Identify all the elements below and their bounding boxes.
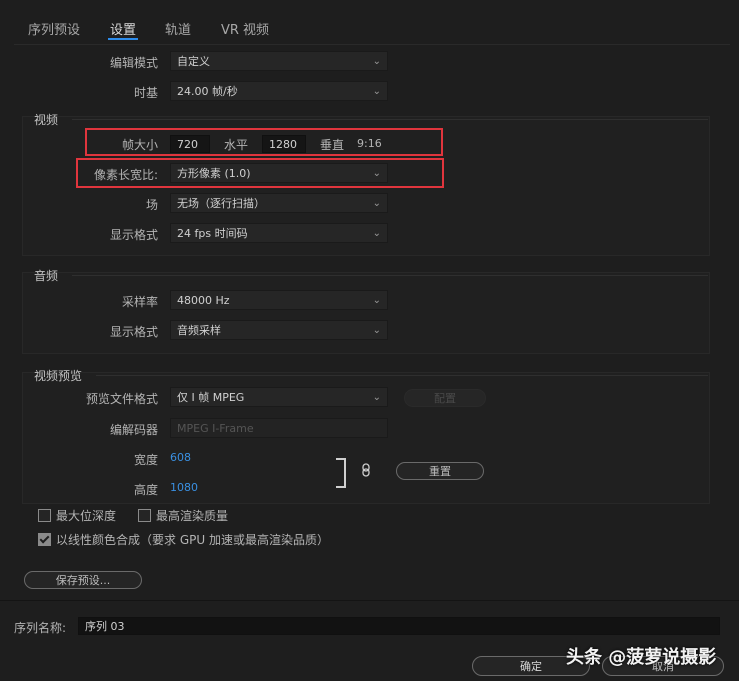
timebase-label: 时基 [133, 86, 158, 100]
preview-height-label: 高度 [133, 483, 158, 497]
editing-mode-select[interactable]: 自定义 ⌄ [170, 51, 388, 71]
field-select[interactable]: 无场（逐行扫描） ⌄ [170, 193, 388, 213]
video-display-format-value: 24 fps 时间码 [177, 227, 248, 240]
frame-size-highlight [85, 128, 443, 156]
active-tab-indicator [108, 38, 138, 40]
audio-display-format-select[interactable]: 音频采样 ⌄ [170, 320, 388, 340]
field-value: 无场（逐行扫描） [177, 197, 265, 210]
tab-vr-video[interactable]: VR 视频 [221, 19, 269, 38]
video-preview-section-line [96, 375, 708, 376]
tab-divider [14, 44, 730, 45]
chevron-down-icon: ⌄ [372, 86, 381, 97]
sequence-name-input[interactable]: 序列 03 [78, 617, 720, 635]
sample-rate-select[interactable]: 48000 Hz ⌄ [170, 290, 388, 310]
tab-tracks[interactable]: 轨道 [165, 19, 191, 38]
timebase-select[interactable]: 24.00 帧/秒 ⌄ [170, 81, 388, 101]
chevron-down-icon: ⌄ [372, 325, 381, 336]
audio-section [22, 272, 710, 354]
watermark-text: 头条 @菠萝说摄影 [566, 647, 717, 668]
chevron-down-icon: ⌄ [372, 198, 381, 209]
audio-display-format-label: 显示格式 [109, 325, 158, 339]
chevron-down-icon: ⌄ [372, 56, 381, 67]
bottom-divider [0, 600, 739, 601]
preview-file-format-label: 预览文件格式 [85, 392, 158, 406]
field-label: 场 [145, 198, 158, 212]
video-section-line [72, 119, 708, 120]
tab-settings[interactable]: 设置 [110, 19, 136, 38]
codec-select: MPEG I-Frame [170, 418, 388, 438]
audio-section-title: 音频 [34, 269, 59, 283]
linear-color-label: 以线性颜色合成（要求 GPU 加速或最高渲染品质） [56, 533, 329, 547]
timebase-value: 24.00 帧/秒 [177, 85, 238, 98]
chevron-down-icon: ⌄ [372, 228, 381, 239]
pixel-aspect-highlight [76, 158, 444, 188]
tab-sequence-presets[interactable]: 序列预设 [28, 19, 80, 38]
preview-file-format-select[interactable]: 仅 I 帧 MPEG ⌄ [170, 387, 388, 407]
chain-link-icon[interactable] [362, 463, 370, 477]
audio-display-format-value: 音频采样 [177, 324, 221, 337]
chevron-down-icon: ⌄ [372, 392, 381, 403]
preview-file-format-value: 仅 I 帧 MPEG [177, 391, 245, 404]
editing-mode-label: 编辑模式 [109, 56, 158, 70]
reset-button[interactable]: 重置 [396, 462, 484, 480]
max-bit-depth-label: 最大位深度 [56, 509, 117, 523]
linear-color-checkbox[interactable] [38, 533, 51, 546]
codec-value: MPEG I-Frame [177, 422, 254, 435]
audio-section-line [72, 275, 708, 276]
link-bracket [336, 458, 346, 488]
max-render-quality-label: 最高渲染质量 [156, 509, 229, 523]
max-render-quality-checkbox[interactable] [138, 509, 151, 522]
codec-label: 编解码器 [109, 423, 158, 437]
sample-rate-value: 48000 Hz [177, 294, 230, 307]
video-section-title: 视频 [34, 113, 59, 127]
preview-width-label: 宽度 [133, 453, 158, 467]
video-display-format-label: 显示格式 [109, 228, 158, 242]
editing-mode-value: 自定义 [177, 55, 210, 68]
sample-rate-label: 采样率 [121, 295, 158, 309]
configure-button: 配置 [404, 389, 486, 407]
sequence-name-label: 序列名称: [14, 621, 67, 635]
chevron-down-icon: ⌄ [372, 295, 381, 306]
preview-height-value[interactable]: 1080 [170, 481, 198, 494]
video-display-format-select[interactable]: 24 fps 时间码 ⌄ [170, 223, 388, 243]
max-bit-depth-checkbox[interactable] [38, 509, 51, 522]
save-preset-button[interactable]: 保存预设... [24, 571, 142, 589]
video-preview-section-title: 视频预览 [34, 369, 83, 383]
preview-width-value[interactable]: 608 [170, 451, 191, 464]
